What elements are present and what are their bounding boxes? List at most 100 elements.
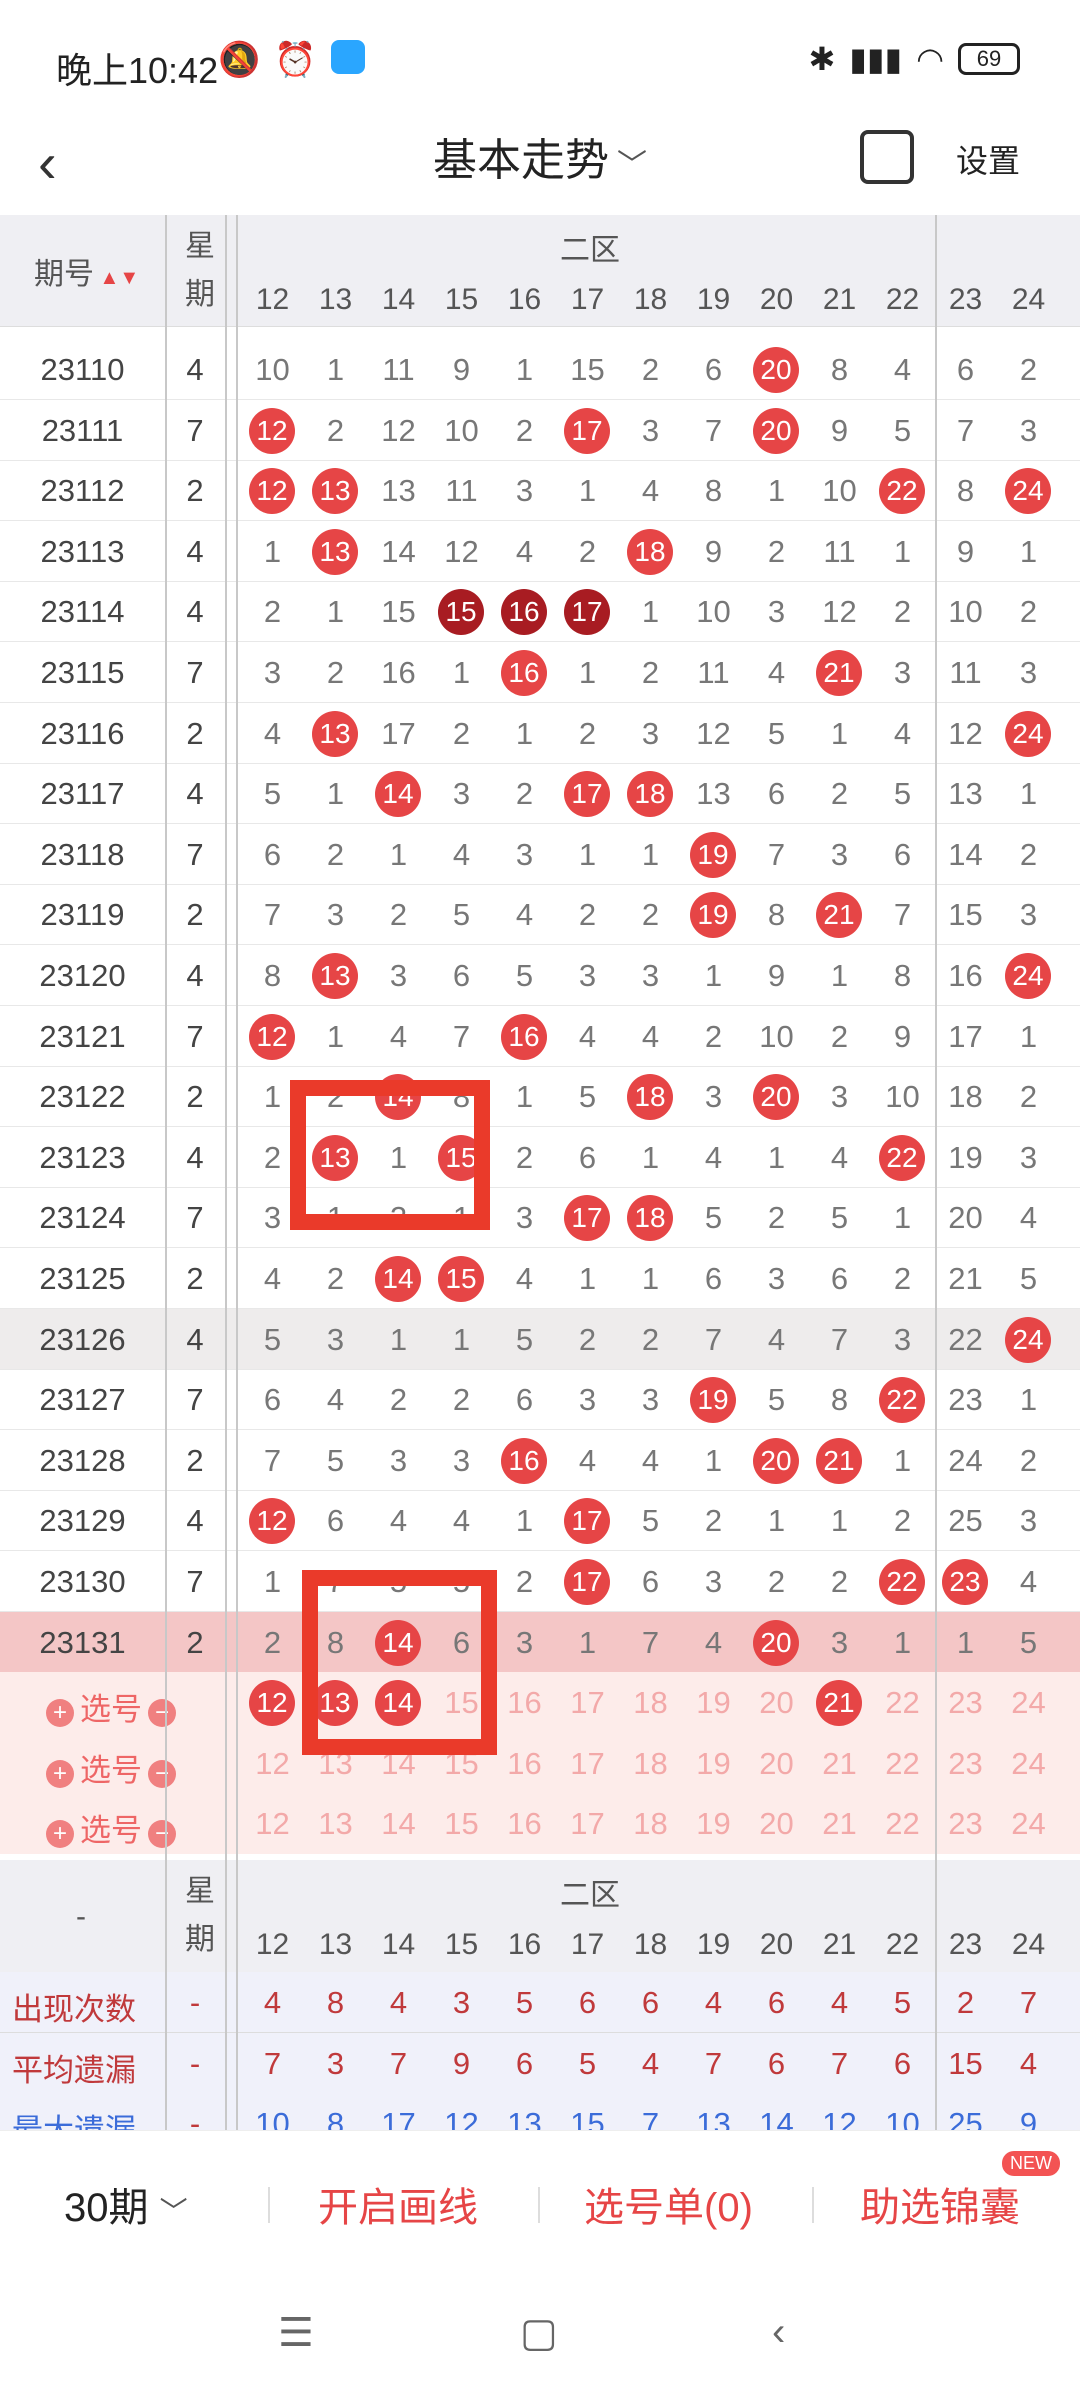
number-cell[interactable]: 1: [304, 1006, 367, 1067]
number-cell[interactable]: 23: [934, 1551, 997, 1612]
number-cell[interactable]: 18: [619, 521, 682, 582]
number-cell[interactable]: 22: [871, 1369, 934, 1430]
trend-table[interactable]: 期号 ▲▼ 星期 二区 12 13 14 15 16 17 18 19 20 21 22 23 24 2…: [0, 215, 1080, 2205]
number-cell[interactable]: 6: [871, 824, 934, 885]
number-cell[interactable]: 2: [241, 1612, 304, 1673]
number-cell[interactable]: 8: [871, 945, 934, 1006]
selection-list-button[interactable]: 选号单(0): [584, 2175, 753, 2233]
number-cell[interactable]: 5: [997, 1612, 1060, 1673]
number-cell[interactable]: 2: [619, 1309, 682, 1370]
number-cell[interactable]: 4: [241, 703, 304, 764]
number-cell[interactable]: 1: [619, 1248, 682, 1309]
number-cell[interactable]: 9: [808, 400, 871, 461]
number-cell[interactable]: 9: [430, 339, 493, 400]
number-cell[interactable]: 19: [934, 1127, 997, 1188]
number-cell[interactable]: 18: [619, 763, 682, 824]
number-cell[interactable]: 3: [367, 1430, 430, 1491]
number-cell[interactable]: 3: [493, 824, 556, 885]
number-cell[interactable]: 23: [934, 1369, 997, 1430]
number-cell[interactable]: 17: [934, 1006, 997, 1067]
number-cell[interactable]: 1: [493, 1490, 556, 1551]
number-cell[interactable]: 16: [934, 945, 997, 1006]
number-cell[interactable]: 22: [871, 1793, 934, 1854]
number-cell[interactable]: 12: [241, 460, 304, 521]
number-cell[interactable]: 3: [745, 581, 808, 642]
number-cell[interactable]: 20: [934, 1187, 997, 1248]
number-cell[interactable]: 4: [304, 1369, 367, 1430]
number-cell[interactable]: 1: [808, 945, 871, 1006]
number-cell[interactable]: 20: [745, 400, 808, 461]
number-cell[interactable]: 2: [304, 824, 367, 885]
number-cell[interactable]: 1: [556, 1612, 619, 1673]
number-cell[interactable]: 2: [997, 581, 1060, 642]
helper-button[interactable]: 助选锦囊: [860, 2175, 1020, 2233]
back-nav-icon[interactable]: ‹: [772, 2310, 785, 2355]
number-cell[interactable]: 3: [997, 884, 1060, 945]
number-cell[interactable]: 13: [367, 460, 430, 521]
number-cell[interactable]: 2: [808, 763, 871, 824]
number-cell[interactable]: 4: [871, 703, 934, 764]
number-cell[interactable]: 2: [556, 1309, 619, 1370]
number-cell[interactable]: 2: [304, 400, 367, 461]
number-cell[interactable]: 24: [997, 945, 1060, 1006]
number-cell[interactable]: 19: [682, 1733, 745, 1794]
number-cell[interactable]: 13: [304, 460, 367, 521]
number-cell[interactable]: 16: [493, 1672, 556, 1733]
number-cell[interactable]: 2: [430, 1369, 493, 1430]
number-cell[interactable]: 4: [493, 884, 556, 945]
number-cell[interactable]: 3: [745, 1248, 808, 1309]
number-cell[interactable]: 3: [682, 1551, 745, 1612]
number-cell[interactable]: 7: [808, 1309, 871, 1370]
number-cell[interactable]: 7: [682, 400, 745, 461]
number-cell[interactable]: 14: [367, 1793, 430, 1854]
number-cell[interactable]: 3: [304, 884, 367, 945]
number-cell[interactable]: 18: [934, 1066, 997, 1127]
number-cell[interactable]: 17: [556, 1551, 619, 1612]
number-cell[interactable]: 1: [871, 521, 934, 582]
number-cell[interactable]: 16: [367, 642, 430, 703]
number-cell[interactable]: 21: [808, 642, 871, 703]
number-cell[interactable]: 16: [493, 642, 556, 703]
number-cell[interactable]: 21: [808, 1793, 871, 1854]
number-cell[interactable]: 1: [808, 703, 871, 764]
number-cell[interactable]: 3: [808, 1612, 871, 1673]
number-cell[interactable]: 3: [871, 1309, 934, 1370]
number-cell[interactable]: 2: [304, 642, 367, 703]
number-cell[interactable]: 1: [367, 824, 430, 885]
number-cell[interactable]: 5: [493, 1309, 556, 1370]
number-cell[interactable]: 7: [934, 400, 997, 461]
number-cell[interactable]: 17: [556, 581, 619, 642]
number-cell[interactable]: 3: [430, 1430, 493, 1491]
number-cell[interactable]: 17: [556, 1187, 619, 1248]
number-cell[interactable]: 2: [997, 1430, 1060, 1491]
number-cell[interactable]: 6: [745, 763, 808, 824]
number-cell[interactable]: 7: [241, 884, 304, 945]
number-cell[interactable]: 21: [808, 1672, 871, 1733]
number-cell[interactable]: 19: [682, 1369, 745, 1430]
number-cell[interactable]: 1: [871, 1430, 934, 1491]
number-cell[interactable]: 1: [430, 642, 493, 703]
number-cell[interactable]: 5: [808, 1187, 871, 1248]
number-cell[interactable]: 4: [619, 1430, 682, 1491]
number-cell[interactable]: 1: [934, 1612, 997, 1673]
page-title[interactable]: 基本走势 ﹀: [0, 124, 1080, 188]
number-cell[interactable]: 2: [493, 400, 556, 461]
number-cell[interactable]: 11: [808, 521, 871, 582]
number-cell[interactable]: 15: [430, 1248, 493, 1309]
number-cell[interactable]: 2: [493, 1127, 556, 1188]
number-cell[interactable]: 16: [493, 581, 556, 642]
number-cell[interactable]: 10: [241, 339, 304, 400]
number-cell[interactable]: 11: [682, 642, 745, 703]
menu-icon[interactable]: ☰: [278, 2310, 314, 2356]
number-cell[interactable]: 3: [493, 1187, 556, 1248]
number-cell[interactable]: 19: [682, 1793, 745, 1854]
number-cell[interactable]: 15: [934, 884, 997, 945]
number-cell[interactable]: 8: [745, 884, 808, 945]
number-cell[interactable]: 21: [808, 1733, 871, 1794]
number-cell[interactable]: 4: [997, 1551, 1060, 1612]
number-cell[interactable]: 17: [556, 1793, 619, 1854]
number-cell[interactable]: 24: [997, 703, 1060, 764]
number-cell[interactable]: 14: [934, 824, 997, 885]
number-cell[interactable]: 1: [304, 339, 367, 400]
number-cell[interactable]: 4: [682, 1612, 745, 1673]
